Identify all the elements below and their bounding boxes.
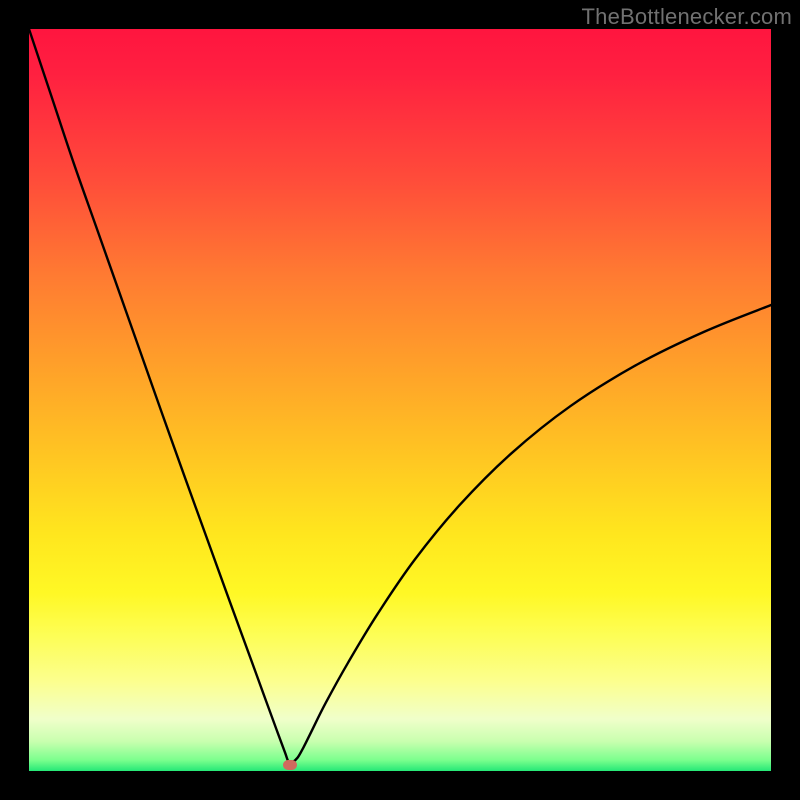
chart-plot-area	[29, 29, 771, 771]
optimum-marker	[283, 760, 297, 770]
watermark-text: TheBottlenecker.com	[582, 4, 792, 30]
background-gradient	[29, 29, 771, 771]
